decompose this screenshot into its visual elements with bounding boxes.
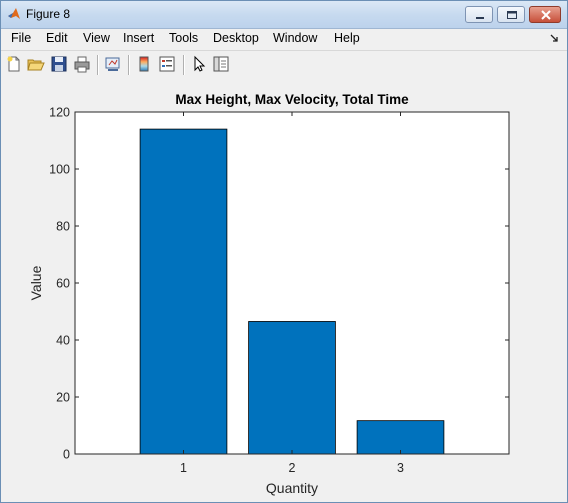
y-tick-label: 40 [56, 334, 70, 348]
y-tick-label: 20 [56, 391, 70, 405]
toolbar-separator [97, 55, 99, 75]
y-tick-label: 60 [56, 277, 70, 291]
close-icon [541, 10, 551, 20]
bar-1 [139, 128, 228, 455]
toolbar [1, 50, 567, 80]
minimize-button[interactable] [465, 6, 493, 23]
menu-window[interactable]: Window [273, 31, 317, 45]
menu-view[interactable]: View [83, 31, 110, 45]
menu-desktop[interactable]: Desktop [213, 31, 259, 45]
x-tick-label: 1 [180, 461, 187, 475]
figure-window: Figure 8 File Edit View Insert Tools Des… [0, 0, 568, 503]
y-tick-label: 120 [49, 106, 70, 120]
menu-tools[interactable]: Tools [169, 31, 198, 45]
maximize-button[interactable] [497, 6, 525, 23]
figure-canvas: 0 20 40 60 80 100 120 1 2 3 Max Height, Max Velo… [1, 79, 567, 502]
dock-arrow-icon[interactable] [549, 33, 559, 43]
maximize-icon [507, 11, 517, 19]
menu-bar: File Edit View Insert Tools Desktop Wind… [1, 29, 567, 49]
menu-help[interactable]: Help [334, 31, 360, 45]
new-figure-icon[interactable] [5, 55, 23, 73]
y-tick-label: 100 [49, 163, 70, 177]
x-tick-label: 3 [397, 461, 404, 475]
title-bar[interactable]: Figure 8 [1, 1, 567, 29]
menu-file[interactable]: File [11, 31, 31, 45]
close-button[interactable] [529, 6, 561, 23]
y-tick-label: 80 [56, 220, 70, 234]
window-title: Figure 8 [26, 7, 71, 21]
chart-title: Max Height, Max Velocity, Total Time [175, 92, 409, 107]
x-axis-label: Quantity [266, 480, 318, 496]
bar-2 [248, 321, 336, 455]
open-file-icon[interactable] [27, 55, 45, 73]
toolbar-separator [183, 55, 185, 75]
menu-edit[interactable]: Edit [46, 31, 68, 45]
insert-legend-icon[interactable] [158, 55, 176, 73]
show-plot-tools-icon[interactable] [212, 55, 230, 73]
pointer-icon[interactable] [190, 55, 208, 73]
insert-colorbar-icon[interactable] [135, 55, 153, 73]
menu-insert[interactable]: Insert [123, 31, 154, 45]
y-axis-label: Value [28, 265, 44, 300]
minimize-icon [476, 17, 484, 19]
link-plot-icon[interactable] [104, 55, 122, 73]
y-tick-label: 0 [63, 448, 70, 462]
bar-3 [356, 420, 445, 455]
bar-chart: 0 20 40 60 80 100 120 1 2 3 Max Height, Max Velo… [28, 92, 510, 496]
toolbar-separator [128, 55, 130, 75]
save-icon[interactable] [50, 55, 68, 73]
print-icon[interactable] [73, 55, 91, 73]
x-tick-label: 2 [289, 461, 296, 475]
matlab-logo-icon [8, 8, 20, 19]
